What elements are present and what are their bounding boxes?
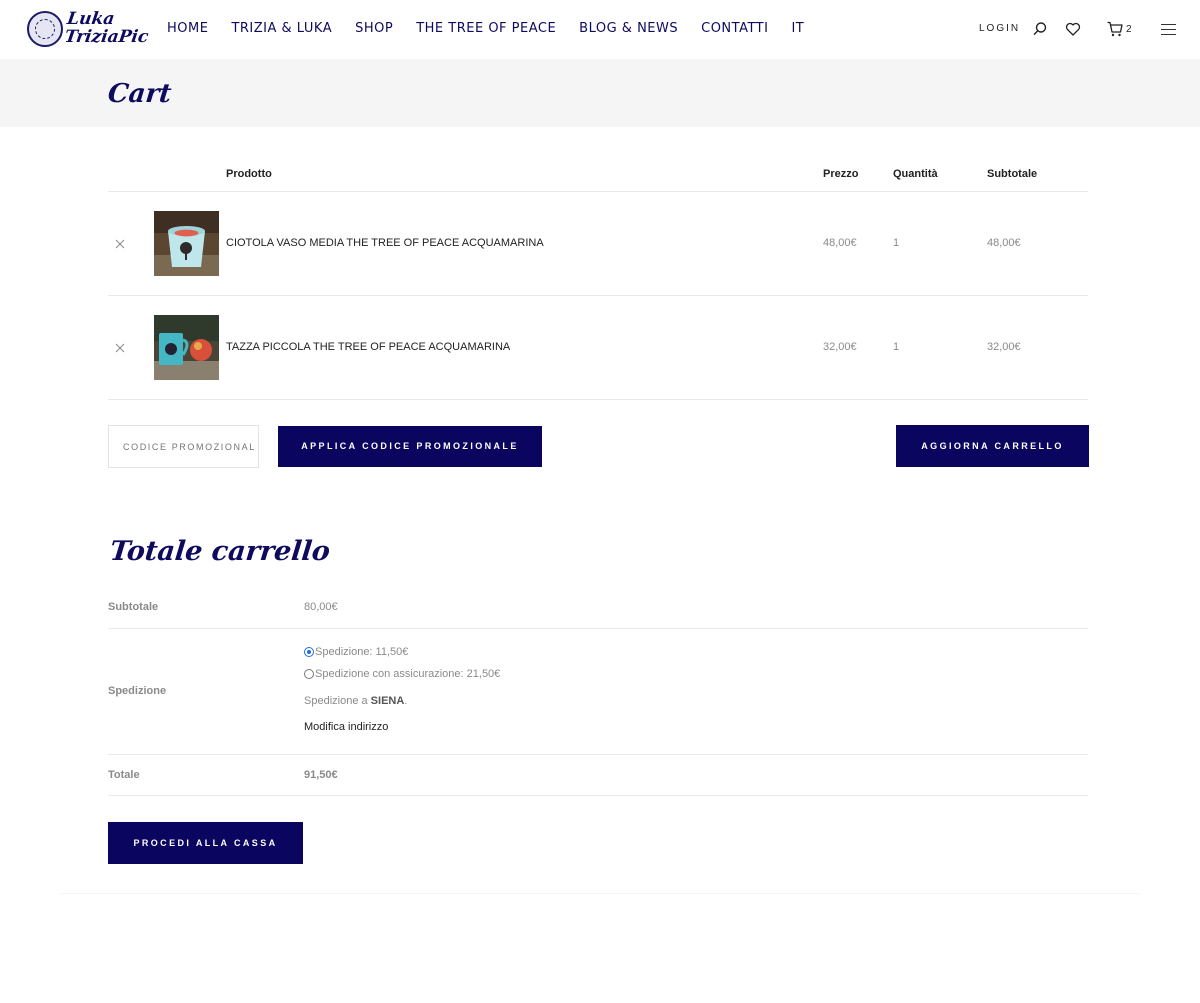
item-subtotal: 32,00€ (987, 341, 1021, 353)
column-header-subtotal: Subtotale (987, 168, 1038, 180)
column-header-price: Prezzo (823, 168, 859, 180)
main-nav: HOME TRIZIA & LUKA SHOP THE TREE OF PEAC… (167, 21, 827, 36)
nav-blog-news[interactable]: BLOG & NEWS (579, 21, 678, 36)
cart-row: CIOTOLA VASO MEDIA THE TREE OF PEACE ACQ… (108, 192, 1088, 296)
cart-icon[interactable] (1106, 20, 1124, 38)
remove-item-icon[interactable] (114, 238, 126, 250)
nav-home[interactable]: HOME (167, 21, 208, 36)
update-cart-button[interactable]: AGGIORNA CARRELLO (896, 425, 1089, 467)
total-value: 91,50€ (304, 769, 338, 781)
cart-row: TAZZA PICCOLA THE TREE OF PEACE ACQUAMAR… (108, 296, 1088, 400)
shipping-destination: Spedizione a SIENA. (304, 695, 407, 707)
nav-shop[interactable]: SHOP (355, 21, 393, 36)
shipping-option-standard[interactable]: Spedizione: 11,50€ (304, 646, 408, 658)
wishlist-heart-icon[interactable] (1064, 20, 1082, 38)
hamburger-menu-icon[interactable] (1161, 24, 1176, 36)
shipping-destination-prefix: Spedizione a (304, 695, 371, 707)
column-header-quantity: Quantità (893, 168, 938, 180)
shipping-destination-suffix: . (404, 695, 408, 707)
page-title: Cart (106, 79, 173, 109)
page-title-band: Cart (0, 59, 1200, 127)
shipping-option-insured[interactable]: Spedizione con assicurazione: 21,50€ (304, 668, 500, 680)
item-price: 48,00€ (823, 237, 857, 249)
item-subtotal: 48,00€ (987, 237, 1021, 249)
nav-trizia-luka[interactable]: TRIZIA & LUKA (231, 21, 332, 36)
login-link[interactable]: LOGIN (979, 23, 1020, 34)
product-name-link[interactable]: TAZZA PICCOLA THE TREE OF PEACE ACQUAMAR… (226, 341, 510, 353)
subtotal-value: 80,00€ (304, 601, 338, 613)
logo-text: Luka TriziaPic (63, 9, 150, 47)
item-price: 32,00€ (823, 341, 857, 353)
total-label: Totale (108, 769, 140, 781)
cart-totals-title: Totale carrello (108, 536, 332, 567)
nav-tree-of-peace[interactable]: THE TREE OF PEACE (416, 21, 556, 36)
divider (108, 628, 1088, 629)
shipping-label: Spedizione (108, 685, 167, 697)
divider (108, 754, 1088, 755)
shipping-option-label: Spedizione con assicurazione: 21,50€ (315, 668, 501, 680)
subtotal-label: Subtotale (108, 601, 159, 613)
product-thumbnail-mug[interactable] (154, 315, 219, 380)
column-header-product: Prodotto (226, 168, 272, 180)
apply-coupon-button[interactable]: APPLICA CODICE PROMOZIONALE (278, 426, 542, 467)
shipping-option-label: Spedizione: 11,50€ (315, 646, 409, 658)
footer-divider (60, 893, 1140, 894)
tree-emblem-icon (27, 11, 63, 47)
site-header: Luka TriziaPic HOME TRIZIA & LUKA SHOP T… (0, 0, 1200, 59)
product-name-link[interactable]: CIOTOLA VASO MEDIA THE TREE OF PEACE ACQ… (226, 237, 544, 249)
coupon-code-input[interactable] (108, 425, 259, 468)
remove-item-icon[interactable] (114, 342, 126, 354)
radio-button-checked[interactable] (304, 647, 314, 657)
radio-button[interactable] (304, 669, 314, 679)
item-quantity[interactable]: 1 (893, 341, 899, 353)
site-logo[interactable]: Luka TriziaPic (27, 9, 150, 49)
shipping-destination-city: SIENA (370, 695, 405, 707)
proceed-to-checkout-button[interactable]: PROCEDI ALLA CASSA (108, 822, 303, 864)
nav-contatti[interactable]: CONTATTI (701, 21, 768, 36)
modify-address-link[interactable]: Modifica indirizzo (304, 721, 388, 733)
divider (108, 795, 1088, 796)
product-thumbnail-bowl[interactable] (154, 211, 219, 276)
item-quantity[interactable]: 1 (893, 237, 899, 249)
nav-language[interactable]: IT (791, 21, 804, 36)
cart-count-badge: 2 (1126, 24, 1132, 35)
search-icon[interactable] (1031, 20, 1049, 38)
